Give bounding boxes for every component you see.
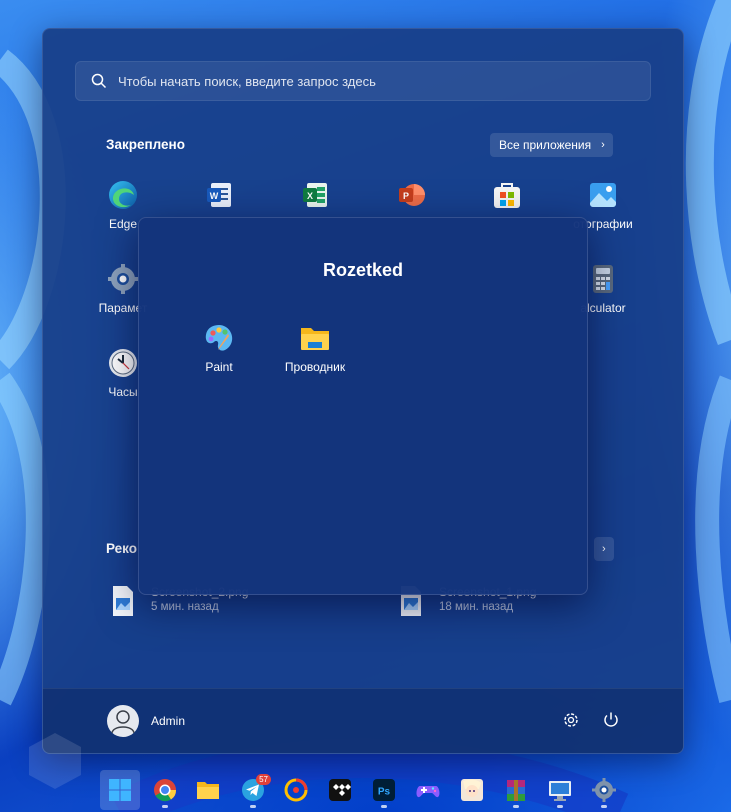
yandex-music-icon xyxy=(284,778,308,802)
running-indicator xyxy=(513,805,519,808)
user-name[interactable]: Admin xyxy=(151,714,185,728)
word-icon: W xyxy=(207,183,231,207)
winrar-icon xyxy=(507,780,525,801)
taskbar-photoshop[interactable]: Ps xyxy=(364,770,404,810)
pinned-title: Закреплено xyxy=(106,137,185,152)
svg-text:X: X xyxy=(307,191,313,201)
chrome-icon xyxy=(154,779,177,802)
recent-file-time: 18 мин. назад xyxy=(439,601,514,613)
calculator-icon xyxy=(593,265,613,293)
pinned-app-word[interactable]: W xyxy=(171,179,267,217)
all-apps-label: Все приложения xyxy=(499,138,592,152)
more-recommended-button[interactable]: › xyxy=(594,537,614,561)
search-placeholder: Чтобы начать поиск, введите запрос здесь xyxy=(118,73,376,89)
taskbar-telegram[interactable]: 57 xyxy=(233,770,273,810)
edge-icon xyxy=(109,181,137,209)
app-label: Часы xyxy=(108,385,138,399)
settings-gear-icon[interactable] xyxy=(562,711,580,729)
app-label: Проводник xyxy=(284,360,346,374)
store-icon xyxy=(494,183,520,208)
pinned-app-store[interactable] xyxy=(459,179,555,217)
all-apps-button[interactable]: Все приложения › xyxy=(490,133,613,157)
photoshop-label: Ps xyxy=(378,787,391,798)
taskbar-anime-app[interactable] xyxy=(452,770,492,810)
file-explorer-icon xyxy=(197,782,219,799)
search-icon xyxy=(91,73,107,89)
notification-badge: 57 xyxy=(256,774,271,785)
settings-gear-icon xyxy=(108,264,138,294)
paint-icon xyxy=(205,325,233,351)
image-file-icon xyxy=(113,586,133,616)
windows-start-icon xyxy=(109,779,131,801)
file-explorer-icon xyxy=(301,328,329,350)
taskbar-settings[interactable] xyxy=(584,770,624,810)
user-avatar[interactable] xyxy=(107,705,139,737)
running-indicator xyxy=(381,805,387,808)
start-user-bar: Admin xyxy=(43,688,683,753)
app-label: Paint xyxy=(205,360,233,374)
svg-text:W: W xyxy=(210,191,219,201)
taskbar-start-button[interactable] xyxy=(100,770,140,810)
running-indicator xyxy=(162,805,168,808)
taskbar-winrar[interactable] xyxy=(496,770,536,810)
search-box[interactable]: Чтобы начать поиск, введите запрос здесь xyxy=(75,61,651,101)
settings-gear-icon xyxy=(592,778,616,802)
running-indicator xyxy=(250,805,256,808)
remote-desktop-icon xyxy=(549,781,571,801)
clock-icon xyxy=(109,349,137,377)
folder-title[interactable]: Rozetked xyxy=(139,260,587,281)
folder-app-paint[interactable]: Paint xyxy=(171,322,267,374)
gamepad-icon xyxy=(416,786,440,798)
photos-icon xyxy=(590,183,616,207)
taskbar-music[interactable] xyxy=(276,770,316,810)
power-icon[interactable] xyxy=(602,711,620,729)
taskbar-chrome[interactable] xyxy=(145,770,185,810)
start-folder-popup: Rozetked Paint Проводник xyxy=(138,217,588,595)
user-icon xyxy=(111,710,135,734)
recommended-title: Реко xyxy=(106,541,138,556)
photoshop-icon: Ps xyxy=(373,779,395,801)
tidal-icon xyxy=(329,779,351,801)
taskbar-gamepad[interactable] xyxy=(408,770,448,810)
pinned-app-powerpoint[interactable]: P xyxy=(363,179,459,217)
taskbar-remote-desktop[interactable] xyxy=(540,770,580,810)
taskbar: 57 Ps xyxy=(0,762,731,812)
pinned-app-excel[interactable]: X xyxy=(267,179,363,217)
excel-icon: X xyxy=(303,183,327,207)
running-indicator xyxy=(557,805,563,808)
chevron-right-icon: › xyxy=(601,139,605,151)
taskbar-explorer[interactable] xyxy=(188,770,228,810)
folder-app-explorer[interactable]: Проводник xyxy=(267,322,363,374)
recent-file-time: 5 мин. назад xyxy=(151,601,219,613)
powerpoint-icon: P xyxy=(399,184,425,206)
taskbar-tidal[interactable] xyxy=(320,770,360,810)
chevron-right-icon: › xyxy=(602,543,606,555)
app-label: Edge xyxy=(108,217,138,231)
anime-app-icon xyxy=(461,779,483,801)
svg-text:P: P xyxy=(403,191,409,201)
running-indicator xyxy=(601,805,607,808)
